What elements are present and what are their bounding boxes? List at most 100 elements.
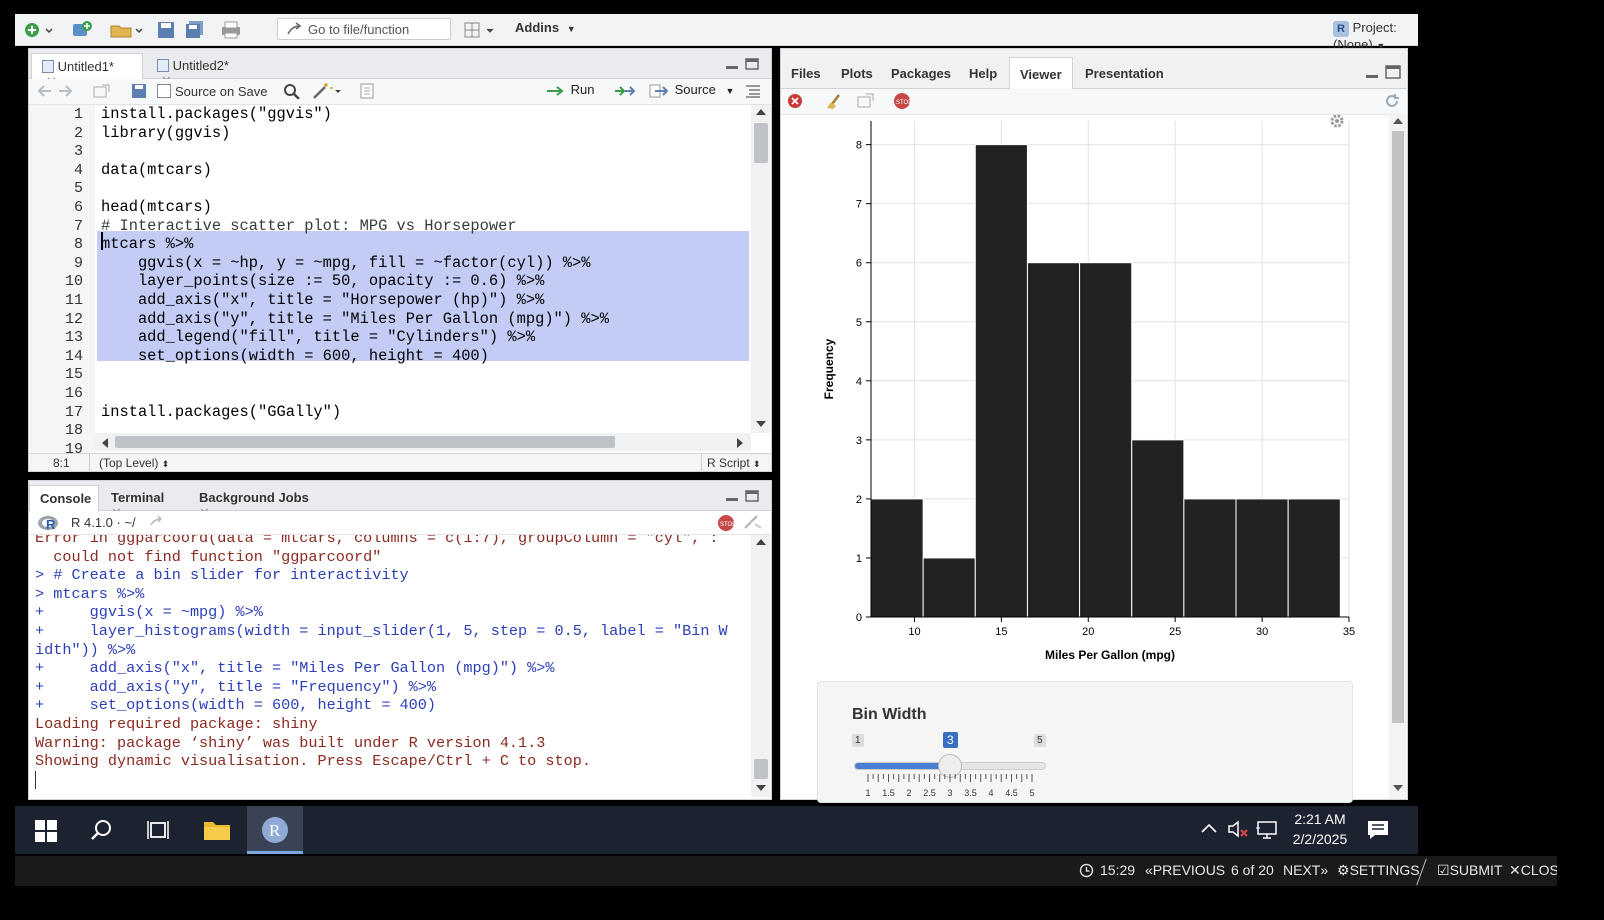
chevron-up-icon[interactable] xyxy=(1201,822,1217,834)
tab-viewer[interactable]: Viewer xyxy=(1009,57,1073,89)
rstudio-taskbar-button[interactable]: R xyxy=(247,806,303,854)
settings-button[interactable]: ⚙SETTINGS xyxy=(1337,862,1420,879)
clock[interactable]: 2:21 AM 2/2/2025 xyxy=(1289,811,1351,847)
maximize-icon[interactable] xyxy=(745,490,759,502)
stop-icon[interactable]: STOP xyxy=(893,92,911,110)
maximize-icon[interactable] xyxy=(745,58,759,70)
tab-presentation[interactable]: Presentation xyxy=(1075,61,1171,87)
scroll-right-icon[interactable] xyxy=(737,438,744,448)
goto-file-function-input[interactable]: Go to file/function xyxy=(277,18,451,40)
file-type-label: R Script xyxy=(707,456,750,470)
scroll-down-icon[interactable] xyxy=(1393,785,1403,792)
tab-console[interactable]: Console xyxy=(29,485,99,511)
page-position: 6 of 20 xyxy=(1231,862,1274,878)
volume-muted-icon[interactable] xyxy=(1227,820,1249,838)
scroll-up-icon[interactable] xyxy=(756,108,766,115)
show-in-window-icon[interactable] xyxy=(857,93,875,109)
clear-console-icon[interactable] xyxy=(743,514,763,530)
forward-arrow-icon[interactable] xyxy=(57,84,73,98)
open-file-icon[interactable] xyxy=(109,20,145,40)
previous-button[interactable]: «PREVIOUS xyxy=(1145,862,1225,878)
notification-icon[interactable] xyxy=(1367,820,1389,840)
stop-icon[interactable]: STOP xyxy=(717,514,735,532)
code-line: add_legend("fill", title = "Cylinders") … xyxy=(101,328,536,347)
console-line: idth")) %>% xyxy=(35,640,136,659)
viewer-scrollbar[interactable] xyxy=(1389,113,1407,799)
scroll-up-icon[interactable] xyxy=(1393,117,1403,124)
next-button[interactable]: NEXT» xyxy=(1283,862,1328,878)
tab-help[interactable]: Help xyxy=(959,61,1009,87)
show-in-window-icon[interactable] xyxy=(93,84,111,98)
scroll-down-icon[interactable] xyxy=(756,785,766,792)
windows-start-icon[interactable] xyxy=(35,820,57,842)
outline-icon[interactable] xyxy=(745,84,761,98)
tab-terminal[interactable]: Terminal ✕ xyxy=(101,485,187,520)
scroll-thumb[interactable] xyxy=(1392,131,1404,723)
remove-viewer-icon[interactable] xyxy=(787,93,803,109)
maximize-icon[interactable] xyxy=(1385,65,1401,79)
h-scroll-thumb[interactable] xyxy=(115,436,615,448)
y-tick-label: 1 xyxy=(856,553,862,565)
close-button[interactable]: ✕CLOS xyxy=(1509,862,1557,879)
updown-icon: ⬍ xyxy=(161,459,170,469)
chevron-down-icon[interactable]: ▼ xyxy=(725,86,734,96)
search-icon[interactable] xyxy=(91,819,113,841)
save-icon[interactable] xyxy=(157,20,175,40)
file-type-selector[interactable]: R Script ⬍ xyxy=(707,456,761,470)
close-label: CLOS xyxy=(1520,862,1557,878)
console-line: Error in ggparcoord(data = mtcars, colum… xyxy=(35,535,719,547)
tab-untitled1[interactable]: Untitled1* ✕ xyxy=(31,53,143,89)
network-icon[interactable] xyxy=(1255,820,1279,840)
new-project-icon[interactable] xyxy=(71,20,93,40)
goto-dir-icon[interactable] xyxy=(149,515,165,529)
save-all-icon[interactable] xyxy=(185,20,205,40)
refresh-icon[interactable] xyxy=(1383,92,1401,110)
x-tick-label: 15 xyxy=(995,626,1007,638)
bin-width-slider-panel: Bin Width 1 5 3 1 1.5 2 2.5 3 3.5 4 4.5 5 xyxy=(817,681,1353,803)
slider-tick-label: 4 xyxy=(988,788,993,798)
project-menu[interactable]: R Project: (None) ▼ xyxy=(1333,20,1418,52)
clear-viewer-broom-icon[interactable] xyxy=(825,92,845,110)
clock-time: 2:21 AM xyxy=(1294,811,1346,827)
edit-icon: ☑ xyxy=(1437,862,1450,878)
minimize-icon[interactable] xyxy=(1365,67,1379,79)
svg-text:R: R xyxy=(46,517,56,532)
slider-tick-label: 1 xyxy=(865,788,870,798)
histogram-bar xyxy=(1287,498,1341,618)
print-icon[interactable] xyxy=(220,20,242,40)
scroll-left-icon[interactable] xyxy=(101,438,108,448)
console-scrollbar[interactable] xyxy=(751,535,771,797)
y-tick-label: 2 xyxy=(856,494,862,506)
grid-layout-icon[interactable] xyxy=(463,20,499,40)
editor-vertical-scrollbar[interactable] xyxy=(751,105,771,433)
scope-selector[interactable]: (Top Level) ⬍ xyxy=(99,456,169,470)
tab-untitled2[interactable]: Untitled2* ✕ xyxy=(147,53,257,88)
minimize-icon[interactable] xyxy=(725,58,739,70)
scroll-thumb[interactable] xyxy=(754,123,768,163)
task-view-icon[interactable] xyxy=(147,820,169,840)
double-chevron-right-icon: » xyxy=(1320,862,1329,878)
scroll-thumb[interactable] xyxy=(754,759,768,779)
code-area[interactable]: install.packages("ggvis") library(ggvis) d… xyxy=(29,97,749,453)
tab-background-jobs[interactable]: Background Jobs ✕ xyxy=(189,485,323,520)
file-explorer-icon[interactable] xyxy=(203,818,231,842)
gear-icon[interactable] xyxy=(1329,113,1345,129)
console-line: Loading required package: shiny xyxy=(35,715,318,733)
source-on-save-checkbox[interactable] xyxy=(157,84,171,98)
tab-files[interactable]: Files xyxy=(781,61,829,87)
scroll-down-icon[interactable] xyxy=(756,421,766,428)
console-line: + layer_histograms(width = input_slider(… xyxy=(35,622,728,640)
console-output[interactable]: Error in ggparcoord(data = mtcars, colum… xyxy=(29,535,749,797)
minimize-icon[interactable] xyxy=(725,490,739,502)
console-line: + add_axis("x", title = "Miles Per Gallo… xyxy=(35,659,555,678)
tab-packages[interactable]: Packages xyxy=(881,61,961,87)
back-arrow-icon[interactable] xyxy=(37,84,53,98)
next-label: NEXT xyxy=(1283,862,1321,878)
editor-horizontal-scrollbar[interactable] xyxy=(95,433,751,451)
scroll-up-icon[interactable] xyxy=(756,538,766,545)
tab-plots[interactable]: Plots xyxy=(831,61,877,87)
new-file-icon[interactable] xyxy=(23,20,53,40)
addins-menu[interactable]: Addins ▼ xyxy=(515,20,576,35)
y-tick-label: 8 xyxy=(856,140,862,152)
submit-button[interactable]: ☑SUBMIT xyxy=(1437,862,1502,879)
